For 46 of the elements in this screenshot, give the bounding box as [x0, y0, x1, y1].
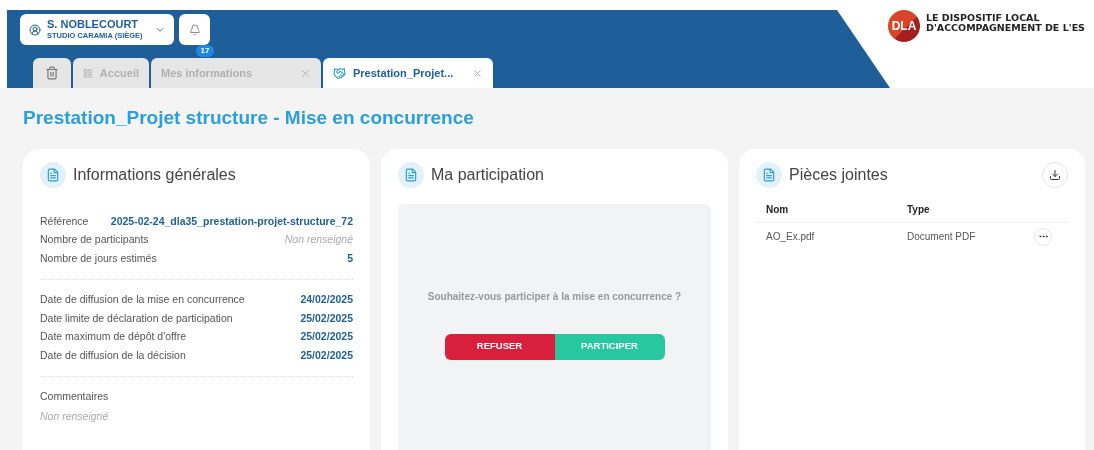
field-value: 25/02/2025 — [300, 348, 353, 363]
grid-icon — [83, 66, 93, 80]
field-value: 24/02/2025 — [300, 291, 353, 307]
notification-count-badge: 17 — [196, 45, 214, 57]
document-icon — [398, 161, 424, 188]
field-value: 25/02/2025 — [300, 329, 353, 345]
document-icon — [756, 161, 782, 188]
tab[interactable]: Prestation_Projet... — [323, 58, 493, 88]
close-icon[interactable] — [472, 67, 483, 79]
field-value: Non renseigné — [284, 232, 353, 248]
refuse-button[interactable]: REFUSER — [444, 333, 555, 360]
user-name: S. NOBLECOURT — [47, 19, 139, 31]
field-value: 2025-02-24_dla35_prestation-projet-structure_72 — [110, 213, 353, 229]
participation-question: Souhaitez-vous participer à la mise en concurrence ? — [427, 289, 682, 304]
notifications-button[interactable] — [179, 14, 210, 45]
logo-text: D'ACCOMPAGNEMENT DE L'ES — [926, 23, 1085, 33]
table-cell-text: AO_Ex.pdf — [766, 230, 816, 244]
field-label: Nombre de participants — [40, 232, 149, 248]
field-label: Date de diffusion de la mise en concurrence — [40, 291, 245, 307]
bell-icon — [188, 23, 201, 36]
card-title: Ma participation — [431, 164, 544, 185]
trash-icon — [45, 66, 59, 80]
download-icon — [1049, 168, 1061, 181]
field-label: Date de diffusion de la décision — [40, 348, 186, 363]
field-label: Nombre de jours estimés — [40, 251, 157, 266]
comments-value: Non renseigné — [40, 408, 110, 424]
table-cell-text: Document PDF — [907, 230, 977, 244]
field-label: Date limite de déclaration de participation — [40, 310, 233, 326]
comments-label: Commentaires — [40, 388, 110, 404]
field-value: 25/02/2025 — [300, 310, 353, 326]
column-header: Type — [907, 202, 931, 217]
close-icon[interactable] — [300, 67, 311, 79]
dla-logo: DLA — [888, 10, 920, 42]
logo-text: LE DISPOSITIF LOCAL — [926, 13, 1041, 23]
tab-label: Prestation_Projet... — [353, 65, 455, 81]
page-title: Prestation_Projet structure - Mise en concurrence — [23, 106, 475, 130]
card-title: Informations générales — [73, 164, 236, 185]
user-icon — [29, 23, 41, 36]
field-label: Date maximum de dépôt d'offre — [40, 329, 186, 345]
field-label: Référence — [40, 213, 89, 229]
field-value: 5 — [347, 251, 353, 266]
handshake-icon — [333, 66, 346, 80]
document-icon — [40, 161, 66, 188]
card-title: Pièces jointes — [789, 164, 889, 185]
trash-tab[interactable] — [33, 58, 71, 88]
column-header: Nom — [766, 202, 790, 217]
